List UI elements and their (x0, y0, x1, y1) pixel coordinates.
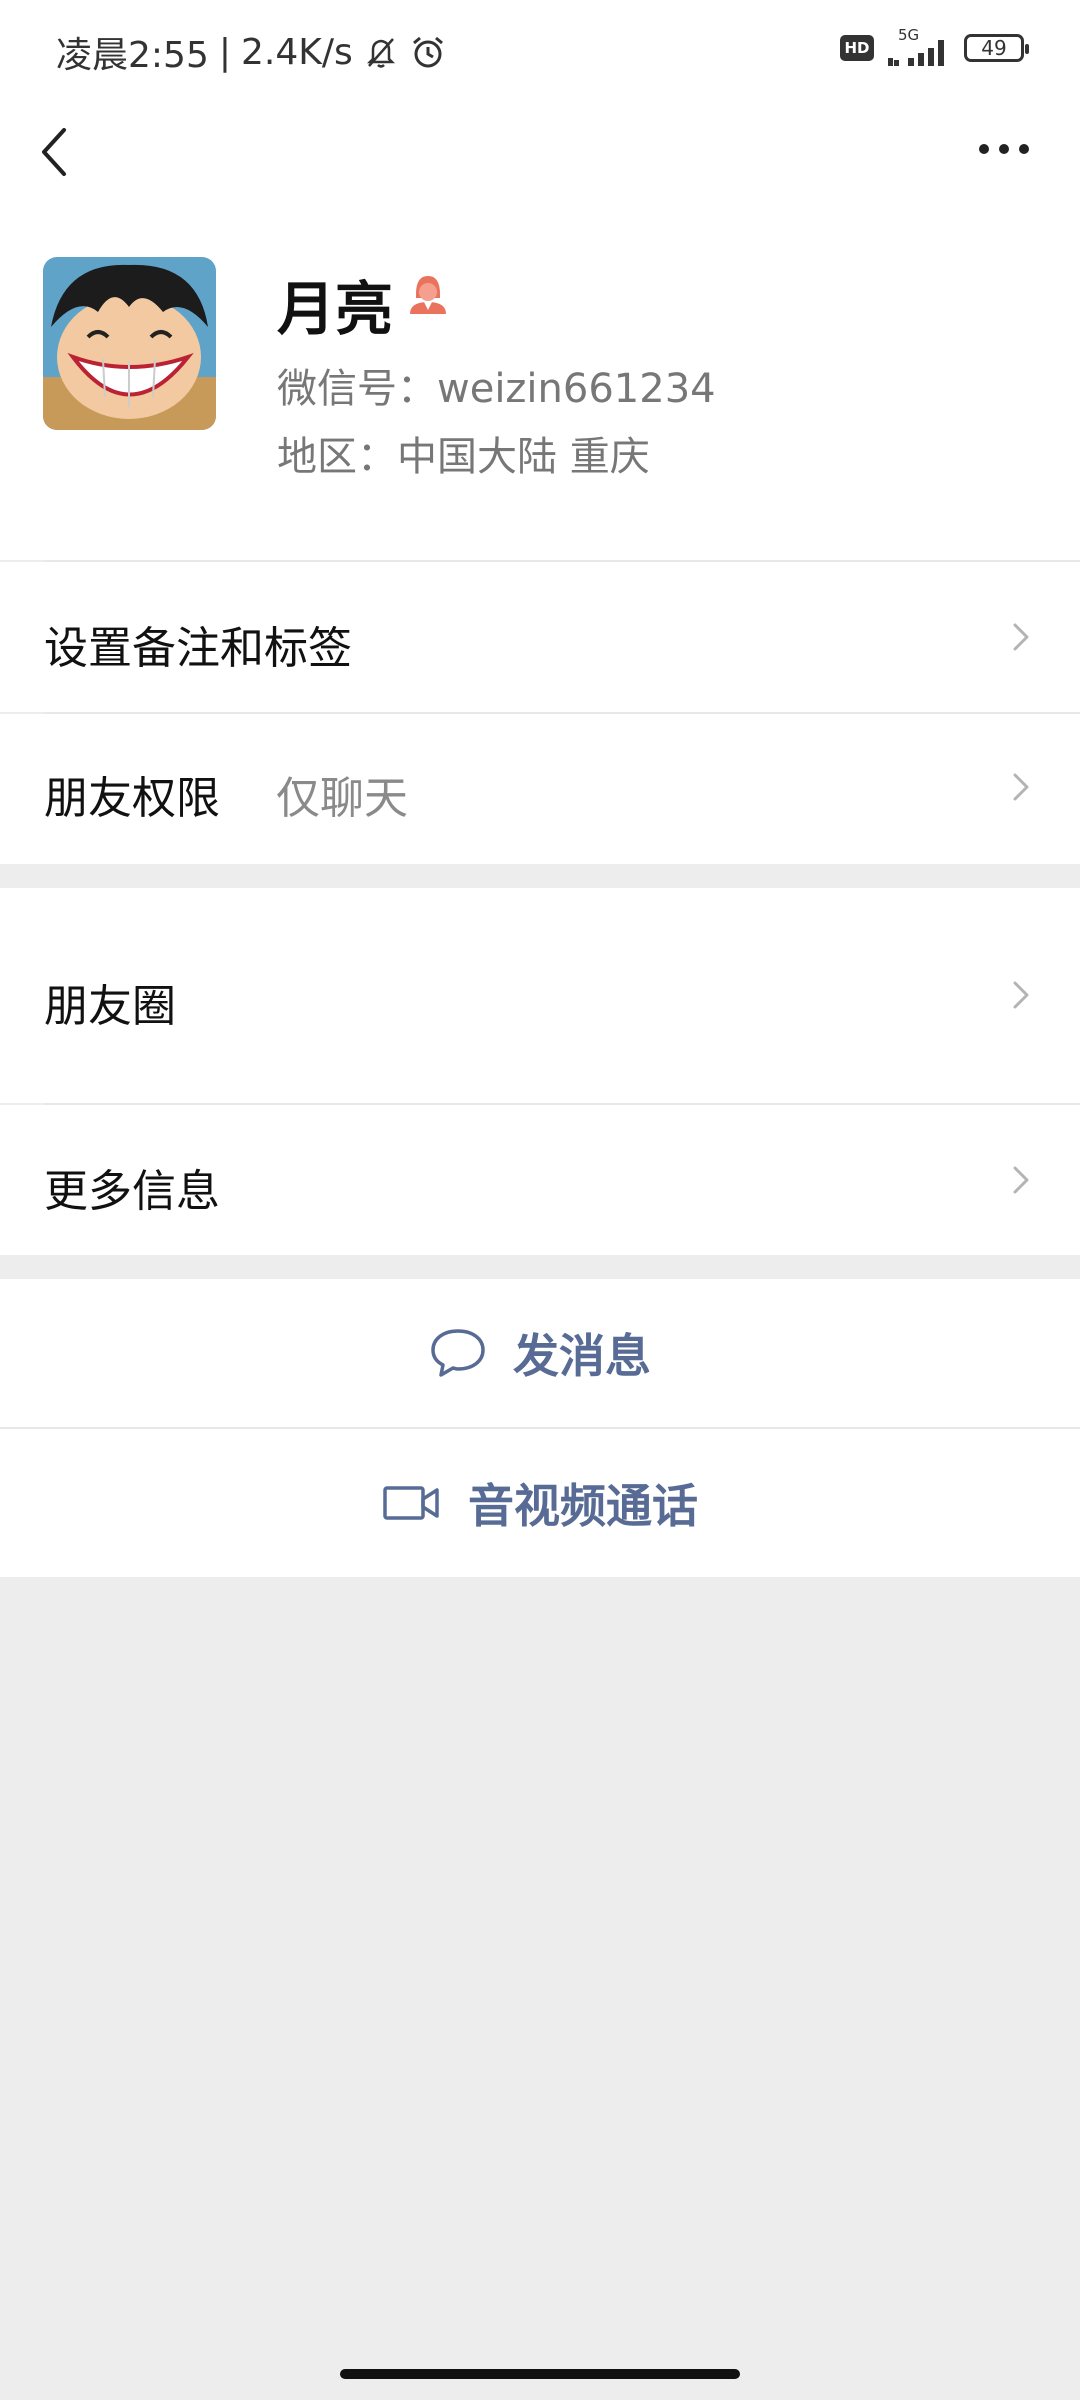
remark-tags-row[interactable]: 设置备注和标签 (0, 562, 1080, 712)
battery-level: 49 (981, 36, 1007, 60)
chevron-right-icon (1013, 981, 1029, 1009)
send-message-button[interactable]: 发消息 (0, 1279, 1080, 1427)
profile-name: 月亮 (277, 275, 394, 343)
status-left: 凌晨2:55 | 2.4K/s (56, 26, 447, 78)
send-message-label: 发消息 (513, 1329, 651, 1383)
chevron-right-icon (1013, 773, 1029, 801)
friend-permission-value: 仅聊天 (276, 773, 408, 824)
chat-bubble-icon (431, 1329, 485, 1377)
signal-icon: 5G (888, 26, 950, 68)
battery-indicator: 49 (964, 34, 1029, 62)
status-right: HD 5G 49 (840, 26, 1029, 68)
wechat-id: 微信号：weizin661234 (277, 366, 716, 412)
remark-tags-label: 设置备注和标签 (44, 623, 352, 674)
chevron-right-icon (1013, 1166, 1029, 1194)
more-info-label: 更多信息 (44, 1166, 220, 1217)
moments-row[interactable]: 朋友圈 (0, 888, 1080, 1103)
alarm-icon (412, 36, 443, 68)
av-call-button[interactable]: 音视频通话 (0, 1429, 1080, 1577)
avatar[interactable] (43, 257, 216, 430)
status-speed: 2.4K/s (240, 31, 353, 73)
chevron-right-icon (1013, 623, 1029, 651)
hd-badge: HD (840, 35, 874, 61)
friend-permission-row[interactable]: 朋友权限 仅聊天 (0, 714, 1080, 864)
more-dots-icon[interactable] (978, 142, 1030, 156)
video-camera-icon (383, 1486, 439, 1520)
home-indicator[interactable] (340, 2369, 740, 2379)
friend-permission-label: 朋友权限 (44, 773, 220, 824)
nav-bar (0, 100, 1080, 210)
status-bar: 凌晨2:55 | 2.4K/s HD 5G 49 (0, 0, 1080, 100)
chevron-left-icon[interactable] (38, 126, 72, 178)
more-info-row[interactable]: 更多信息 (0, 1105, 1080, 1255)
region: 地区：中国大陆 重庆 (277, 434, 650, 480)
female-icon (410, 276, 446, 314)
status-separator: | (218, 31, 231, 73)
status-time: 凌晨2:55 (56, 35, 209, 76)
bell-off-icon (366, 38, 395, 68)
moments-label: 朋友圈 (44, 981, 176, 1032)
av-call-label: 音视频通话 (468, 1479, 698, 1533)
